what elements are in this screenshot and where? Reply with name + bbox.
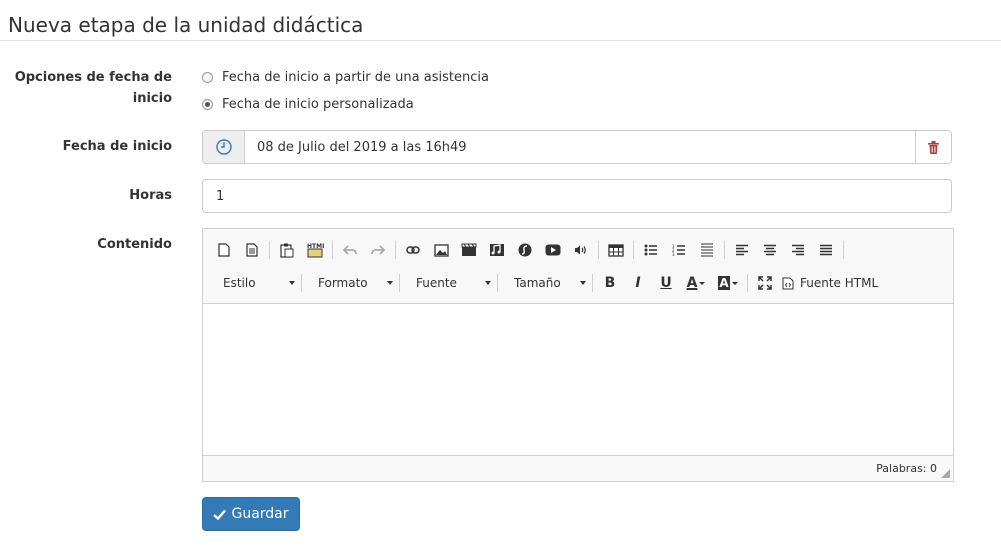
radio-button-checked[interactable] bbox=[202, 98, 213, 110]
size-select-label: Tamaño bbox=[514, 276, 561, 290]
date-options-label-line1: Opciones de fecha de bbox=[14, 70, 172, 85]
format-select[interactable]: Formato bbox=[308, 272, 399, 294]
check-icon bbox=[213, 509, 227, 520]
date-options-label: Opciones de fecha de inicio bbox=[15, 67, 172, 109]
editor-content-area[interactable] bbox=[203, 304, 953, 455]
start-date-value[interactable]: 08 de Julio del 2019 a las 16h49 bbox=[245, 131, 915, 163]
paste-word-icon[interactable]: HTML bbox=[304, 239, 326, 261]
chevron-down-icon bbox=[699, 281, 706, 285]
background-color-button[interactable]: A bbox=[715, 272, 741, 294]
text-color-glyph: A bbox=[686, 275, 698, 291]
image-icon[interactable] bbox=[430, 239, 452, 261]
preview-icon[interactable] bbox=[241, 239, 263, 261]
save-button[interactable]: Guardar bbox=[202, 497, 300, 531]
font-select-label: Fuente bbox=[416, 276, 457, 290]
svg-text:3: 3 bbox=[672, 252, 675, 256]
radio-option-custom[interactable]: Fecha de inicio personalizada bbox=[202, 94, 414, 114]
page-title: Nueva etapa de la unidad didáctica bbox=[8, 13, 364, 37]
page-header: Nueva etapa de la unidad didáctica bbox=[0, 0, 1001, 41]
start-date-label: Fecha de inicio bbox=[62, 139, 172, 154]
audio-icon[interactable] bbox=[486, 239, 508, 261]
undo-icon[interactable] bbox=[339, 239, 361, 261]
chevron-down-icon bbox=[731, 281, 738, 285]
video-icon[interactable] bbox=[458, 239, 480, 261]
align-justify-icon[interactable] bbox=[815, 239, 837, 261]
save-button-label: Guardar bbox=[231, 506, 289, 522]
hours-label: Horas bbox=[129, 188, 172, 203]
clock-icon[interactable] bbox=[203, 131, 245, 163]
flash-icon[interactable] bbox=[514, 239, 536, 261]
italic-button[interactable]: I bbox=[627, 272, 649, 294]
redo-icon[interactable] bbox=[367, 239, 389, 261]
style-select[interactable]: Estilo bbox=[213, 272, 301, 294]
date-options-label-line2: inicio bbox=[132, 91, 172, 106]
content-label: Contenido bbox=[97, 237, 172, 252]
chevron-down-icon bbox=[289, 281, 295, 285]
start-date-field[interactable]: 08 de Julio del 2019 a las 16h49 bbox=[202, 130, 952, 164]
bold-button[interactable]: B bbox=[599, 272, 621, 294]
source-html-label: Fuente HTML bbox=[800, 276, 879, 290]
bulleted-list-icon[interactable] bbox=[640, 239, 662, 261]
background-color-glyph: A bbox=[718, 276, 730, 290]
radio-button[interactable] bbox=[202, 71, 213, 83]
source-html-button[interactable]: Fuente HTML bbox=[782, 276, 878, 290]
chevron-down-icon bbox=[485, 281, 491, 285]
source-icon bbox=[782, 277, 794, 289]
rich-text-editor: HTML bbox=[202, 228, 954, 482]
align-center-icon[interactable] bbox=[759, 239, 781, 261]
resize-handle-icon[interactable] bbox=[941, 469, 950, 478]
new-page-icon[interactable] bbox=[213, 239, 235, 261]
trash-icon[interactable] bbox=[915, 131, 951, 163]
horizontal-rule-icon[interactable] bbox=[696, 239, 718, 261]
radio-label[interactable]: Fecha de inicio a partir de una asistenc… bbox=[222, 70, 489, 85]
chevron-down-icon bbox=[387, 281, 393, 285]
table-icon[interactable] bbox=[605, 239, 627, 261]
chevron-down-icon bbox=[580, 281, 586, 285]
maximize-icon[interactable] bbox=[754, 272, 776, 294]
youtube-icon[interactable] bbox=[542, 239, 564, 261]
align-right-icon[interactable] bbox=[787, 239, 809, 261]
editor-toolbar: HTML bbox=[203, 229, 953, 304]
align-left-icon[interactable] bbox=[731, 239, 753, 261]
sound-icon[interactable] bbox=[570, 239, 592, 261]
link-icon[interactable] bbox=[402, 239, 424, 261]
numbered-list-icon[interactable]: 123 bbox=[668, 239, 690, 261]
editor-footer: Palabras: 0 bbox=[203, 455, 953, 481]
paste-text-icon[interactable] bbox=[276, 239, 298, 261]
word-count: Palabras: 0 bbox=[876, 462, 937, 475]
underline-button[interactable]: U bbox=[655, 272, 677, 294]
radio-option-attendance[interactable]: Fecha de inicio a partir de una asistenc… bbox=[202, 67, 489, 87]
radio-label[interactable]: Fecha de inicio personalizada bbox=[222, 97, 414, 112]
hours-input[interactable] bbox=[202, 179, 952, 213]
size-select[interactable]: Tamaño bbox=[504, 272, 592, 294]
text-color-button[interactable]: A bbox=[683, 272, 709, 294]
font-select[interactable]: Fuente bbox=[406, 272, 497, 294]
format-select-label: Formato bbox=[318, 276, 368, 290]
style-select-label: Estilo bbox=[223, 276, 256, 290]
